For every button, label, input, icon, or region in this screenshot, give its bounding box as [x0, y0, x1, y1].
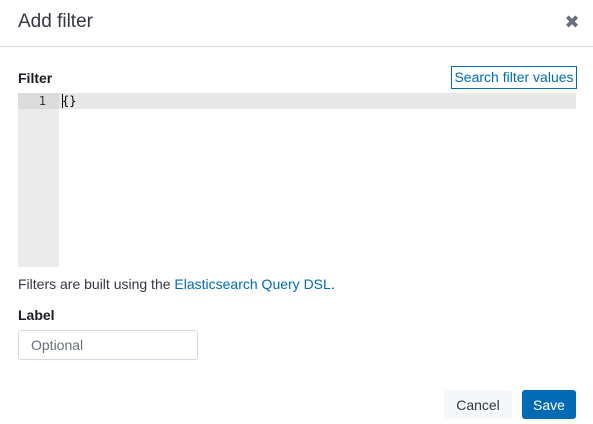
- add-filter-dialog: Add filter ✖ Filter Search filter values…: [0, 0, 593, 424]
- help-text-suffix: .: [330, 276, 335, 292]
- cancel-button[interactable]: Cancel: [444, 390, 512, 419]
- filter-code-editor[interactable]: 1 {}: [18, 93, 576, 267]
- line-number: 1: [38, 94, 46, 108]
- editor-code-text[interactable]: {}: [62, 94, 76, 108]
- editor-active-line: [59, 93, 576, 109]
- help-text-prefix: Filters are built using the: [18, 276, 175, 292]
- filter-label: Filter: [18, 70, 53, 86]
- label-field-label: Label: [18, 307, 55, 323]
- search-filter-values-link[interactable]: Search filter values: [451, 66, 577, 89]
- filter-help-text: Filters are built using the Elasticsearc…: [18, 276, 335, 292]
- save-button[interactable]: Save: [522, 390, 576, 419]
- dialog-header: Add filter ✖: [0, 0, 593, 47]
- close-icon[interactable]: ✖: [563, 12, 581, 32]
- editor-gutter: [18, 93, 59, 267]
- dialog-title: Add filter: [18, 11, 93, 32]
- label-input[interactable]: [18, 330, 198, 360]
- editor-cursor: [62, 94, 63, 108]
- query-dsl-link[interactable]: Elasticsearch Query DSL: [174, 276, 330, 292]
